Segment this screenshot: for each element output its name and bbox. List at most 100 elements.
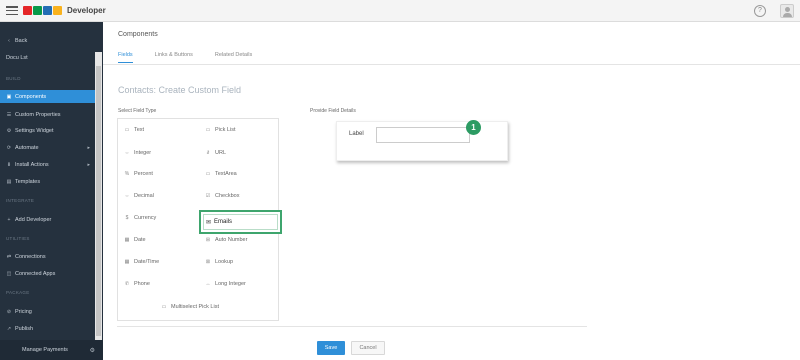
sidebar-item-automate[interactable]: ⟳ Automate ▸: [0, 141, 96, 154]
user-avatar-icon[interactable]: [780, 4, 794, 18]
field-type-percent[interactable]: % Percent: [123, 171, 153, 177]
sidebar-item-label: Components: [15, 93, 47, 100]
field-type-date[interactable]: ▦ Date: [123, 237, 146, 243]
scrollbar-thumb[interactable]: [96, 66, 101, 336]
form-title: Contacts: Create Custom Field: [118, 85, 242, 95]
field-type-emails[interactable]: ✉ Emails: [199, 210, 282, 234]
sidebar-back-link[interactable]: ‹ Back: [0, 34, 96, 47]
sidebar-item-label: Custom Properties: [15, 111, 61, 118]
logo-square-yellow: [53, 6, 62, 15]
field-type-date-time[interactable]: ▦ Date/Time: [123, 259, 160, 265]
components-icon: ▣: [6, 93, 12, 100]
field-type-multiselect-pick-list[interactable]: ▭ Multiselect Pick List: [160, 304, 219, 310]
hamburger-menu-icon[interactable]: [6, 6, 18, 15]
phone-icon: ✆: [124, 281, 130, 287]
field-type-label: Date/Time: [134, 259, 160, 265]
url-icon: ∂: [206, 150, 210, 156]
autonumber-icon: ⊞: [205, 237, 211, 243]
sidebar-item-settings-widget[interactable]: ⚙ Settings Widget: [0, 124, 96, 137]
label-input[interactable]: [376, 127, 470, 143]
field-type-label: Lookup: [215, 259, 234, 265]
field-type-textarea[interactable]: ▭ TextArea: [204, 171, 237, 177]
field-type-long-integer[interactable]: ↔ Long Integer: [204, 281, 246, 287]
sidebar-scrollbar[interactable]: [95, 52, 102, 358]
sidebar: ‹ Back Docu Lst BUILD ▣ Components ☰ Cus…: [0, 22, 103, 360]
field-type-label: URL: [215, 150, 227, 156]
sidebar-section-integrate: INTEGRATE: [6, 198, 35, 203]
logo-square-red: [23, 6, 32, 15]
back-label: Back: [15, 37, 28, 44]
sidebar-item-components[interactable]: ▣ Components: [0, 90, 96, 103]
chevron-left-icon: ‹: [8, 37, 10, 44]
emails-option-inner[interactable]: ✉ Emails: [203, 214, 278, 230]
add-developer-icon: +: [7, 216, 11, 223]
integer-icon: ⇔: [124, 150, 130, 156]
field-type-checkbox[interactable]: ☑ Checkbox: [204, 193, 240, 199]
tab-bar: Fields Links & Buttons Related Details: [118, 52, 274, 63]
lookup-icon: ⊠: [205, 259, 211, 265]
tab-fields[interactable]: Fields: [118, 52, 133, 63]
install-icon: ⬇: [6, 161, 12, 168]
textarea-icon: ▭: [205, 171, 211, 177]
sidebar-item-add-developer[interactable]: + Add Developer: [0, 213, 96, 226]
sidebar-item-install-actions[interactable]: ⬇ Install Actions ▸: [0, 158, 96, 171]
sidebar-item-connected-apps[interactable]: ◫ Connected Apps: [0, 267, 96, 280]
field-type-label: Text: [134, 127, 145, 133]
field-type-lookup[interactable]: ⊠ Lookup: [204, 259, 233, 265]
field-type-url[interactable]: ∂ URL: [204, 150, 226, 156]
help-icon[interactable]: ?: [754, 5, 766, 17]
field-type-label: Currency: [134, 215, 157, 221]
pricing-icon: ⊘: [6, 308, 12, 315]
picklist-icon: ▭: [205, 127, 211, 133]
field-type-pick-list[interactable]: ▭ Pick List: [204, 127, 236, 133]
field-type-label: Emails: [214, 219, 233, 225]
sidebar-item-label: Connections: [15, 253, 46, 260]
top-bar: Developer ?: [0, 0, 800, 22]
tabs-divider: [103, 64, 800, 65]
decimal-icon: ⇔: [124, 193, 130, 199]
sidebar-item-templates[interactable]: ▤ Templates: [0, 175, 96, 188]
field-type-label: Decimal: [134, 193, 154, 199]
tab-related-details[interactable]: Related Details: [215, 52, 252, 63]
chevron-right-icon: ▸: [87, 161, 90, 168]
step-badge: 1: [466, 120, 481, 135]
field-type-text[interactable]: ▭ Text: [123, 127, 144, 133]
automate-icon: ⟳: [6, 144, 12, 151]
sidebar-item-label: Pricing: [15, 308, 32, 315]
settings-icon: ⚙: [6, 127, 12, 134]
field-type-decimal[interactable]: ⇔ Decimal: [123, 193, 154, 199]
footer-label: Manage Payments: [22, 347, 68, 353]
provide-field-details-label: Provide Field Details: [310, 108, 356, 114]
field-type-label: Phone: [134, 281, 150, 287]
form-divider: [117, 326, 587, 327]
gear-icon[interactable]: ⚙: [90, 347, 95, 354]
sidebar-item-pricing[interactable]: ⊘ Pricing: [0, 305, 96, 318]
app-logo[interactable]: Developer: [23, 6, 106, 15]
sidebar-item-connections[interactable]: ⇄ Connections: [0, 250, 96, 263]
text-icon: ▭: [124, 127, 130, 133]
sidebar-item-publish[interactable]: ↗ Publish: [0, 322, 96, 335]
field-type-label: Long Integer: [215, 281, 246, 287]
email-icon: ✉: [206, 219, 212, 226]
cancel-button[interactable]: Cancel: [351, 341, 385, 355]
sidebar-item-custom-properties[interactable]: ☰ Custom Properties: [0, 108, 96, 121]
sidebar-section-utilities: UTILITIES: [6, 236, 30, 241]
sidebar-item-label: Publish: [15, 325, 34, 332]
longinteger-icon: ↔: [205, 281, 211, 287]
tab-links-buttons[interactable]: Links & Buttons: [155, 52, 193, 63]
field-type-integer[interactable]: ⇔ Integer: [123, 150, 152, 156]
sidebar-footer-manage-payments[interactable]: Manage Payments ⚙: [0, 340, 103, 360]
field-type-phone[interactable]: ✆ Phone: [123, 281, 150, 287]
sidebar-item-label: Connected Apps: [15, 270, 56, 277]
connections-icon: ⇄: [6, 253, 12, 260]
field-type-auto-number[interactable]: ⊞ Auto Number: [204, 237, 248, 243]
sidebar-section-package: PACKAGE: [6, 290, 30, 295]
sidebar-item-label: Add Developer: [15, 216, 52, 223]
sidebar-item-label: Templates: [15, 178, 41, 185]
field-type-label: Date: [134, 237, 146, 243]
save-button[interactable]: Save: [317, 341, 345, 355]
connected-apps-icon: ◫: [6, 270, 12, 277]
field-type-currency[interactable]: $ Currency: [123, 215, 157, 221]
field-type-label: Auto Number: [215, 237, 248, 243]
currency-icon: $: [125, 215, 129, 221]
